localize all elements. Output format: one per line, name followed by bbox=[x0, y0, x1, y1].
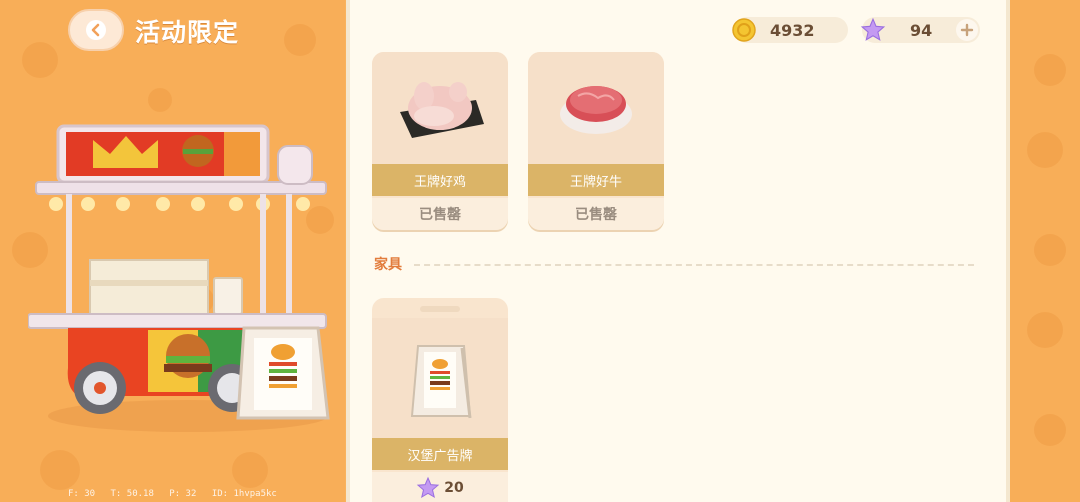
debug-t: T: 50.18 bbox=[110, 489, 154, 499]
star-counter: 94 bbox=[860, 17, 980, 43]
chicken-item-icon bbox=[400, 82, 484, 138]
beef-item-icon bbox=[560, 86, 632, 134]
burger-sign-item-icon bbox=[410, 345, 472, 419]
back-arrow-icon bbox=[86, 20, 106, 40]
item-name: 汉堡广告牌 bbox=[372, 438, 508, 470]
page-title: 活动限定 bbox=[135, 18, 240, 47]
coin-value: 4932 bbox=[770, 20, 815, 40]
section-label-furniture: 家具 bbox=[374, 257, 402, 273]
item-image bbox=[372, 318, 508, 438]
leaf-pattern-decoration-right bbox=[1027, 54, 1066, 446]
debug-id: ID: 1hvpa5kc bbox=[211, 489, 277, 499]
debug-f: F: 30 bbox=[68, 489, 96, 499]
item-status: 已售罄 bbox=[528, 198, 664, 230]
item-status: 已售罄 bbox=[372, 198, 508, 230]
shop-item-card[interactable]: 王牌好牛 已售罄 bbox=[528, 52, 664, 230]
section-divider bbox=[414, 264, 974, 266]
star-icon bbox=[860, 17, 886, 41]
star-icon bbox=[417, 476, 440, 499]
plus-icon bbox=[960, 23, 974, 37]
item-name: 王牌好鸡 bbox=[372, 164, 508, 196]
burger-cart-illustration bbox=[28, 124, 330, 432]
item-name: 王牌好牛 bbox=[528, 164, 664, 196]
shop-item-card[interactable]: 王牌好鸡 已售罄 bbox=[372, 52, 508, 230]
debug-stats: F: 30 T: 50.18 P: 32 ID: 1hvpa5kc bbox=[68, 489, 287, 499]
coin-counter: 4932 bbox=[732, 17, 848, 43]
right-background bbox=[1010, 0, 1080, 502]
back-button[interactable] bbox=[68, 9, 124, 51]
item-price: 20 bbox=[372, 472, 508, 502]
coin-icon bbox=[732, 18, 756, 42]
item-image bbox=[372, 52, 508, 164]
debug-p: P: 32 bbox=[169, 489, 197, 499]
price-value: 20 bbox=[444, 480, 464, 496]
star-value: 94 bbox=[910, 20, 933, 40]
card-tab-decoration bbox=[420, 306, 460, 312]
add-stars-button[interactable] bbox=[956, 19, 978, 41]
shop-item-card[interactable]: 汉堡广告牌 20 bbox=[372, 298, 508, 502]
item-image bbox=[528, 52, 664, 164]
